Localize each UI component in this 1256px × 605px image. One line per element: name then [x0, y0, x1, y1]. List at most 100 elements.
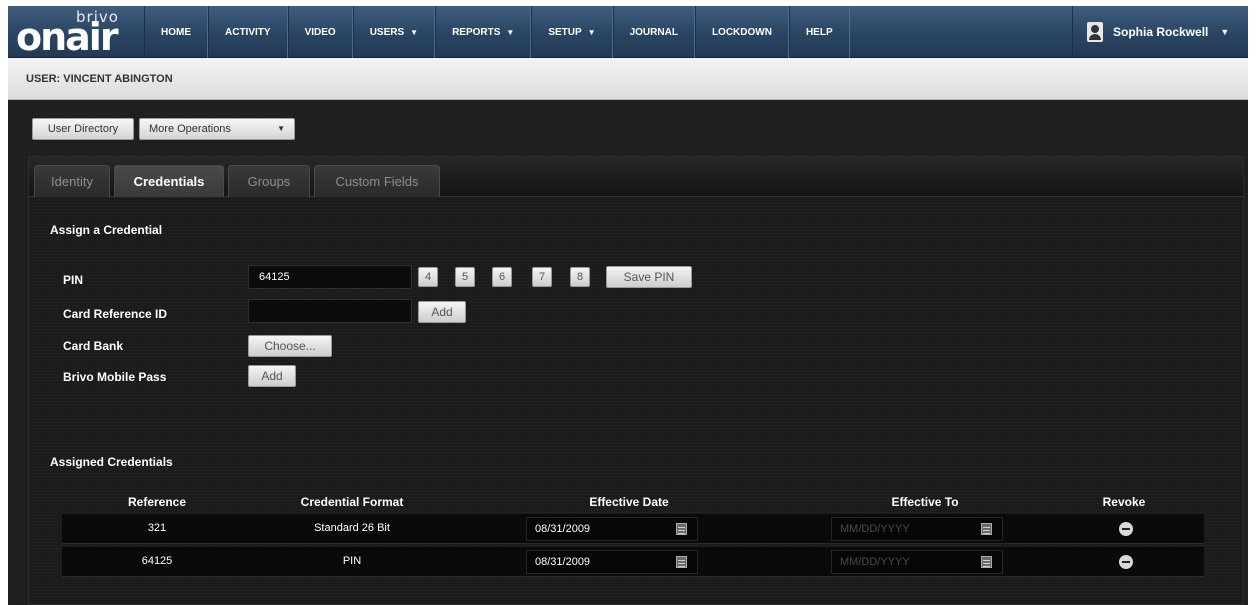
- effective-to-field[interactable]: MM/DD/YYYY: [831, 550, 1003, 574]
- nav-video[interactable]: VIDEO: [287, 6, 353, 58]
- calendar-icon[interactable]: [676, 523, 687, 535]
- add-mobile-pass-label: Add: [261, 369, 283, 383]
- effective-date-value: 08/31/2009: [535, 523, 591, 535]
- more-operations-dropdown[interactable]: More Operations ▼: [139, 118, 295, 140]
- logo-brand-large: onair: [16, 15, 119, 59]
- card-bank-label: Card Bank: [63, 339, 124, 353]
- add-card-label: Add: [431, 305, 453, 319]
- column-header-reference: Reference: [127, 495, 187, 509]
- chevron-down-icon: ▼: [1220, 27, 1230, 37]
- card-reference-label: Card Reference ID: [63, 307, 168, 321]
- tab-groups[interactable]: Groups: [228, 165, 310, 197]
- save-pin-button[interactable]: Save PIN: [606, 266, 692, 288]
- nav-users[interactable]: USERS ▼: [352, 6, 436, 58]
- calendar-icon[interactable]: [981, 556, 992, 568]
- pin-length-4-button[interactable]: 4: [418, 267, 438, 287]
- page-header: USER: VINCENT ABINGTON: [8, 58, 1248, 100]
- choose-card-bank-label: Choose...: [264, 339, 316, 353]
- save-pin-label: Save PIN: [623, 270, 675, 284]
- pin-field[interactable]: 64125: [248, 265, 412, 289]
- pin-length-5-label: 5: [461, 271, 469, 283]
- pin-length-4-label: 4: [424, 271, 432, 283]
- pin-length-8-button[interactable]: 8: [570, 267, 590, 287]
- nav-help-label: HELP: [805, 26, 833, 38]
- nav-setup[interactable]: SETUP ▼: [531, 6, 613, 58]
- mobile-pass-label: Brivo Mobile Pass: [63, 370, 167, 384]
- column-header-effective-to: Effective To: [891, 495, 959, 509]
- pin-length-7-button[interactable]: 7: [532, 267, 552, 287]
- effective-date-field[interactable]: 08/31/2009: [526, 517, 698, 541]
- chevron-down-icon: ▼: [410, 27, 419, 37]
- nav-reports-label: REPORTS: [452, 26, 501, 38]
- row-reference: 64125: [141, 555, 173, 567]
- assign-credential-heading: Assign a Credential: [50, 223, 163, 237]
- tab-credentials[interactable]: Credentials: [114, 165, 224, 197]
- calendar-icon[interactable]: [676, 556, 687, 568]
- nav-reports[interactable]: REPORTS ▼: [435, 6, 532, 58]
- revoke-minus-icon[interactable]: [1119, 555, 1133, 569]
- more-operations-label: More Operations: [149, 123, 231, 135]
- table-row: 321 Standard 26 Bit 08/31/2009 MM/DD/YYY…: [62, 514, 1204, 544]
- user-name: Sophia Rockwell: [1113, 25, 1209, 39]
- card-reference-field[interactable]: [248, 299, 412, 323]
- effective-to-placeholder: MM/DD/YYYY: [840, 523, 910, 535]
- assigned-credentials-heading: Assigned Credentials: [50, 455, 173, 469]
- nav-activity[interactable]: ACTIVITY: [208, 6, 288, 58]
- nav-journal[interactable]: JOURNAL: [612, 6, 695, 58]
- row-credential-format: Standard 26 Bit: [314, 522, 390, 534]
- user-directory-button[interactable]: User Directory: [32, 118, 134, 140]
- choose-card-bank-button[interactable]: Choose...: [248, 335, 332, 357]
- column-header-revoke: Revoke: [1102, 495, 1146, 509]
- page-title: USER: VINCENT ABINGTON: [26, 73, 173, 85]
- add-mobile-pass-button[interactable]: Add: [248, 365, 296, 387]
- chevron-down-icon: ▼: [277, 124, 285, 133]
- pin-length-8-label: 8: [576, 271, 584, 283]
- effective-to-placeholder: MM/DD/YYYY: [840, 556, 910, 568]
- app-window: brivo onair HOME ACTIVITY VIDEO USERS ▼ R…: [0, 0, 1256, 605]
- pin-length-7-label: 7: [538, 271, 546, 283]
- nav-journal-label: JOURNAL: [629, 26, 678, 38]
- row-reference: 321: [147, 522, 167, 534]
- tab-groups-label: Groups: [247, 174, 291, 189]
- column-header-credential-format: Credential Format: [300, 495, 404, 509]
- table-row: 64125 PIN 08/31/2009 MM/DD/YYYY: [62, 547, 1204, 577]
- user-account-menu[interactable]: Sophia Rockwell ▼: [1072, 6, 1248, 58]
- user-directory-label: User Directory: [47, 123, 119, 135]
- add-card-button[interactable]: Add: [418, 301, 466, 323]
- effective-to-field[interactable]: MM/DD/YYYY: [831, 517, 1003, 541]
- column-header-effective-date: Effective Date: [589, 495, 669, 509]
- user-detail-panel: Identity Credentials Groups Custom Field…: [28, 156, 1244, 605]
- chevron-down-icon: ▼: [587, 27, 596, 37]
- tab-bar: Identity Credentials Groups Custom Field…: [29, 157, 1243, 197]
- calendar-icon[interactable]: [981, 523, 992, 535]
- main-menu: HOME ACTIVITY VIDEO USERS ▼ REPORTS ▼ SETU…: [144, 6, 850, 58]
- nav-activity-label: ACTIVITY: [225, 26, 271, 38]
- tab-identity-label: Identity: [51, 174, 93, 189]
- effective-date-value: 08/31/2009: [535, 556, 591, 568]
- tab-credentials-label: Credentials: [133, 174, 205, 189]
- pin-value: 64125: [259, 271, 290, 283]
- nav-lockdown[interactable]: LOCKDOWN: [694, 6, 789, 58]
- tab-custom-fields[interactable]: Custom Fields: [314, 165, 440, 197]
- nav-help[interactable]: HELP: [788, 6, 850, 58]
- main-content: User Directory More Operations ▼ Identit…: [8, 100, 1248, 605]
- nav-home-label: HOME: [161, 26, 191, 38]
- pin-length-6-label: 6: [498, 271, 506, 283]
- tab-custom-fields-label: Custom Fields: [335, 174, 419, 189]
- nav-setup-label: SETUP: [548, 26, 582, 38]
- chevron-down-icon: ▼: [506, 27, 515, 37]
- nav-home[interactable]: HOME: [144, 6, 208, 58]
- user-avatar-icon: [1087, 22, 1103, 42]
- nav-lockdown-label: LOCKDOWN: [711, 26, 772, 38]
- revoke-minus-icon[interactable]: [1119, 522, 1133, 536]
- effective-date-field[interactable]: 08/31/2009: [526, 550, 698, 574]
- pin-length-5-button[interactable]: 5: [455, 267, 475, 287]
- brivo-onair-logo[interactable]: brivo onair: [8, 6, 138, 59]
- pin-label: PIN: [63, 273, 84, 287]
- nav-video-label: VIDEO: [304, 26, 336, 38]
- nav-users-label: USERS: [369, 26, 405, 38]
- top-navigation-bar: brivo onair HOME ACTIVITY VIDEO USERS ▼ R…: [8, 6, 1248, 59]
- tab-identity[interactable]: Identity: [34, 165, 110, 197]
- row-credential-format: PIN: [342, 555, 362, 567]
- pin-length-6-button[interactable]: 6: [492, 267, 512, 287]
